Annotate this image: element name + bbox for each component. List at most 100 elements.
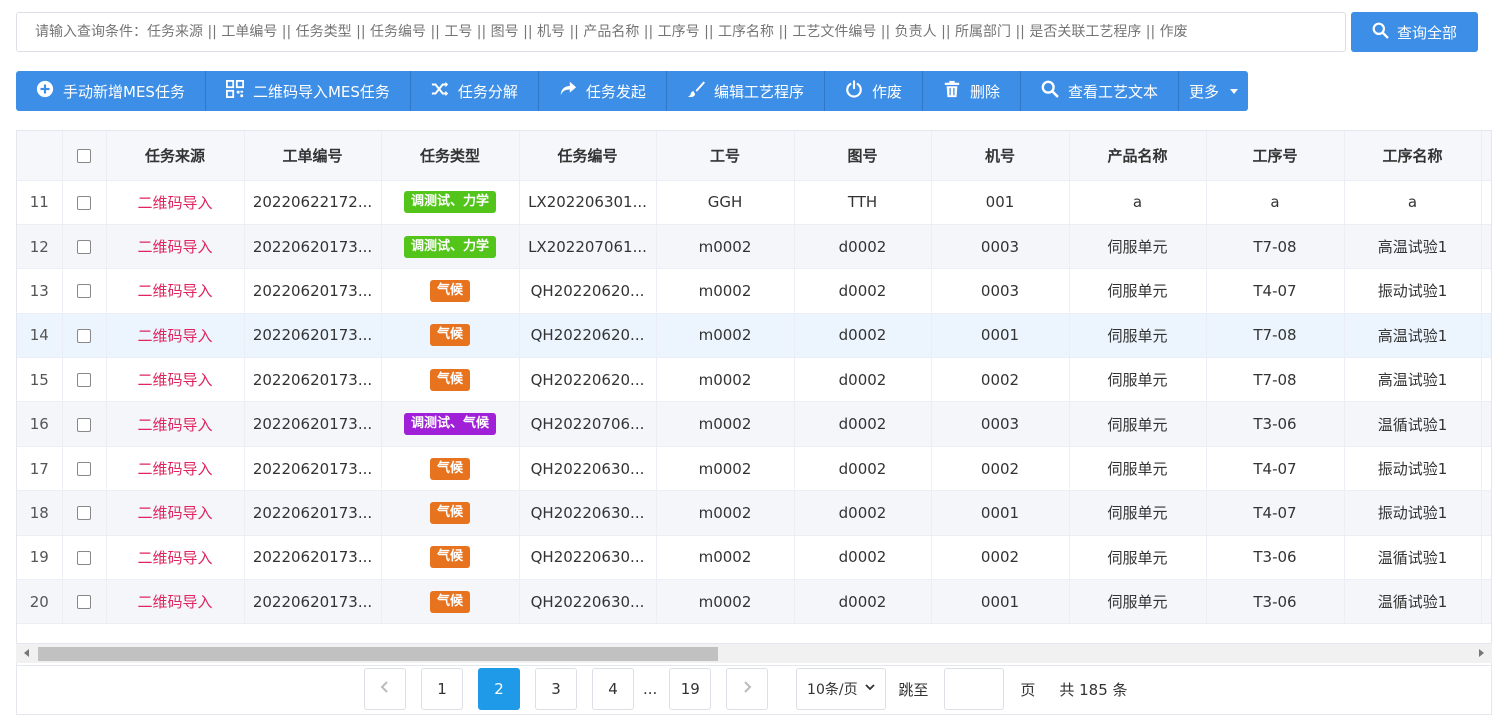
table-row[interactable]: 12 二维码导入 20220620173... 调测试、力学 LX202207061..… — [17, 224, 1491, 270]
column-header[interactable]: 机号 — [931, 131, 1070, 181]
row-checkbox-cell[interactable] — [62, 446, 107, 492]
process-number-cell: T7-08 — [1206, 357, 1345, 403]
row-checkbox[interactable] — [77, 506, 91, 521]
machine-number-cell: 0002 — [931, 535, 1070, 581]
product-name-cell: 伺服单元 — [1069, 224, 1207, 270]
process-name-cell: a — [1344, 180, 1482, 225]
select-all-checkbox[interactable] — [77, 148, 91, 163]
column-header[interactable]: 工单编号 — [244, 131, 382, 181]
task-source-cell: 二维码导入 — [106, 579, 245, 625]
jump-page-input[interactable] — [944, 668, 1005, 710]
search-all-label: 查询全部 — [1396, 24, 1457, 42]
page-button-19[interactable]: 19 — [669, 668, 712, 710]
column-header[interactable]: 工序号 — [1206, 131, 1345, 181]
delete-button[interactable]: 删除 — [923, 71, 1021, 111]
task-number-cell: QH20220630... — [519, 490, 657, 536]
row-checkbox-cell[interactable] — [62, 490, 107, 536]
table-row[interactable]: 20 二维码导入 20220620173... 气候 QH20220630... m000… — [17, 579, 1491, 625]
table-row[interactable]: 16 二维码导入 20220620173... 调测试、气候 QH20220706...… — [17, 401, 1491, 447]
page-size-select[interactable]: 10条/页 — [796, 668, 887, 710]
task-type-cell: 气候 — [381, 268, 520, 314]
more-dropdown-button[interactable]: 更多 — [1179, 71, 1248, 111]
table-row[interactable]: 17 二维码导入 20220620173... 气候 QH20220630... m000… — [17, 446, 1491, 492]
column-header[interactable]: 任务类型 — [381, 131, 520, 181]
task-decompose-button[interactable]: 任务分解 — [411, 71, 539, 111]
process-number-cell: T3-06 — [1206, 401, 1345, 447]
task-type-cell: 气候 — [381, 357, 520, 403]
work-order-cell: 20220622172... — [244, 180, 382, 225]
next-page-button[interactable] — [726, 668, 769, 710]
column-header[interactable]: 工号 — [656, 131, 795, 181]
row-checkbox[interactable] — [77, 195, 91, 210]
table-row[interactable]: 15 二维码导入 20220620173... 气候 QH20220620... m000… — [17, 357, 1491, 403]
row-checkbox-cell[interactable] — [62, 357, 107, 403]
machine-number-cell: 0002 — [931, 357, 1070, 403]
page-button-3[interactable]: 3 — [535, 668, 577, 710]
column-header[interactable]: 工序名称 — [1344, 131, 1482, 181]
row-checkbox[interactable] — [77, 373, 91, 388]
work-order-cell: 20220620173... — [244, 401, 382, 447]
scroll-left-arrow-icon[interactable] — [24, 649, 29, 657]
select-all-checkbox-cell[interactable] — [62, 131, 107, 181]
table-row[interactable]: 14 二维码导入 20220620173... 气候 QH20220620... m000… — [17, 313, 1491, 359]
product-name-cell: 伺服单元 — [1069, 446, 1207, 492]
product-name-cell: 伺服单元 — [1069, 579, 1207, 625]
product-name-cell: 伺服单元 — [1069, 535, 1207, 581]
jump-to-label: 跳至 — [898, 680, 929, 699]
table-row[interactable]: 19 二维码导入 20220620173... 气候 QH20220630... m000… — [17, 535, 1491, 581]
column-header[interactable]: 任务来源 — [106, 131, 245, 181]
task-initiate-button[interactable]: 任务发起 — [539, 71, 667, 111]
search-all-button[interactable]: 查询全部 — [1351, 12, 1478, 52]
drawing-number-cell: d0002 — [794, 579, 932, 625]
task-type-cell: 气候 — [381, 313, 520, 359]
product-name-cell: 伺服单元 — [1069, 268, 1207, 314]
prev-page-button[interactable] — [364, 668, 406, 710]
edit-process-program-button[interactable]: 编辑工艺程序 — [667, 71, 825, 111]
row-checkbox-cell[interactable] — [62, 224, 107, 270]
scrollbar-thumb[interactable] — [38, 647, 718, 661]
task-number-cell: QH20220630... — [519, 579, 657, 625]
chevron-down-icon — [864, 681, 876, 697]
column-header[interactable]: 产品名称 — [1069, 131, 1207, 181]
table-row[interactable]: 18 二维码导入 20220620173... 气候 QH20220630... m000… — [17, 490, 1491, 536]
page-button-4[interactable]: 4 — [592, 668, 634, 710]
process-name-cell: 振动试验1 — [1344, 446, 1482, 492]
row-checkbox-cell[interactable] — [62, 579, 107, 625]
page-unit-label: 页 — [1020, 680, 1036, 699]
scroll-right-arrow-icon[interactable] — [1479, 649, 1484, 657]
row-checkbox[interactable] — [77, 417, 91, 432]
task-source-cell: 二维码导入 — [106, 268, 245, 314]
row-checkbox[interactable] — [77, 462, 91, 477]
column-header[interactable]: 图号 — [794, 131, 932, 181]
row-checkbox[interactable] — [77, 550, 91, 565]
table-row[interactable]: 11 二维码导入 20220622172... 调测试、力学 LX202206301..… — [17, 180, 1491, 225]
page-button-2[interactable]: 2 — [478, 668, 520, 710]
task-source-cell: 二维码导入 — [106, 313, 245, 359]
row-checkbox-cell[interactable] — [62, 268, 107, 314]
row-checkbox-cell[interactable] — [62, 401, 107, 447]
manual-add-mes-task-button[interactable]: 手动新增MES任务 — [16, 71, 206, 111]
column-header[interactable]: 任务编号 — [519, 131, 657, 181]
overflow-cell — [1481, 313, 1491, 359]
table-row[interactable]: 13 二维码导入 20220620173... 气候 QH20220620... m000… — [17, 268, 1491, 314]
search-input[interactable] — [16, 12, 1346, 52]
qrcode-import-mes-task-button[interactable]: 二维码导入MES任务 — [206, 71, 411, 111]
row-checkbox-cell[interactable] — [62, 313, 107, 359]
process-number-cell: T7-08 — [1206, 313, 1345, 359]
job-number-cell: m0002 — [656, 535, 795, 581]
row-checkbox[interactable] — [77, 328, 91, 343]
row-checkbox[interactable] — [77, 595, 91, 610]
void-button[interactable]: 作废 — [825, 71, 923, 111]
row-checkbox-cell[interactable] — [62, 535, 107, 581]
process-number-cell: T4-07 — [1206, 490, 1345, 536]
chevron-left-icon — [378, 680, 392, 698]
row-checkbox-cell[interactable] — [62, 180, 107, 225]
row-checkbox[interactable] — [77, 284, 91, 299]
row-checkbox[interactable] — [77, 240, 91, 255]
index-header — [17, 131, 63, 181]
horizontal-scrollbar[interactable] — [16, 643, 1492, 663]
page-button-1[interactable]: 1 — [421, 668, 463, 710]
view-process-text-label: 查看工艺文本 — [1067, 82, 1158, 101]
view-process-text-button[interactable]: 查看工艺文本 — [1021, 71, 1179, 111]
process-name-cell: 温循试验1 — [1344, 535, 1482, 581]
